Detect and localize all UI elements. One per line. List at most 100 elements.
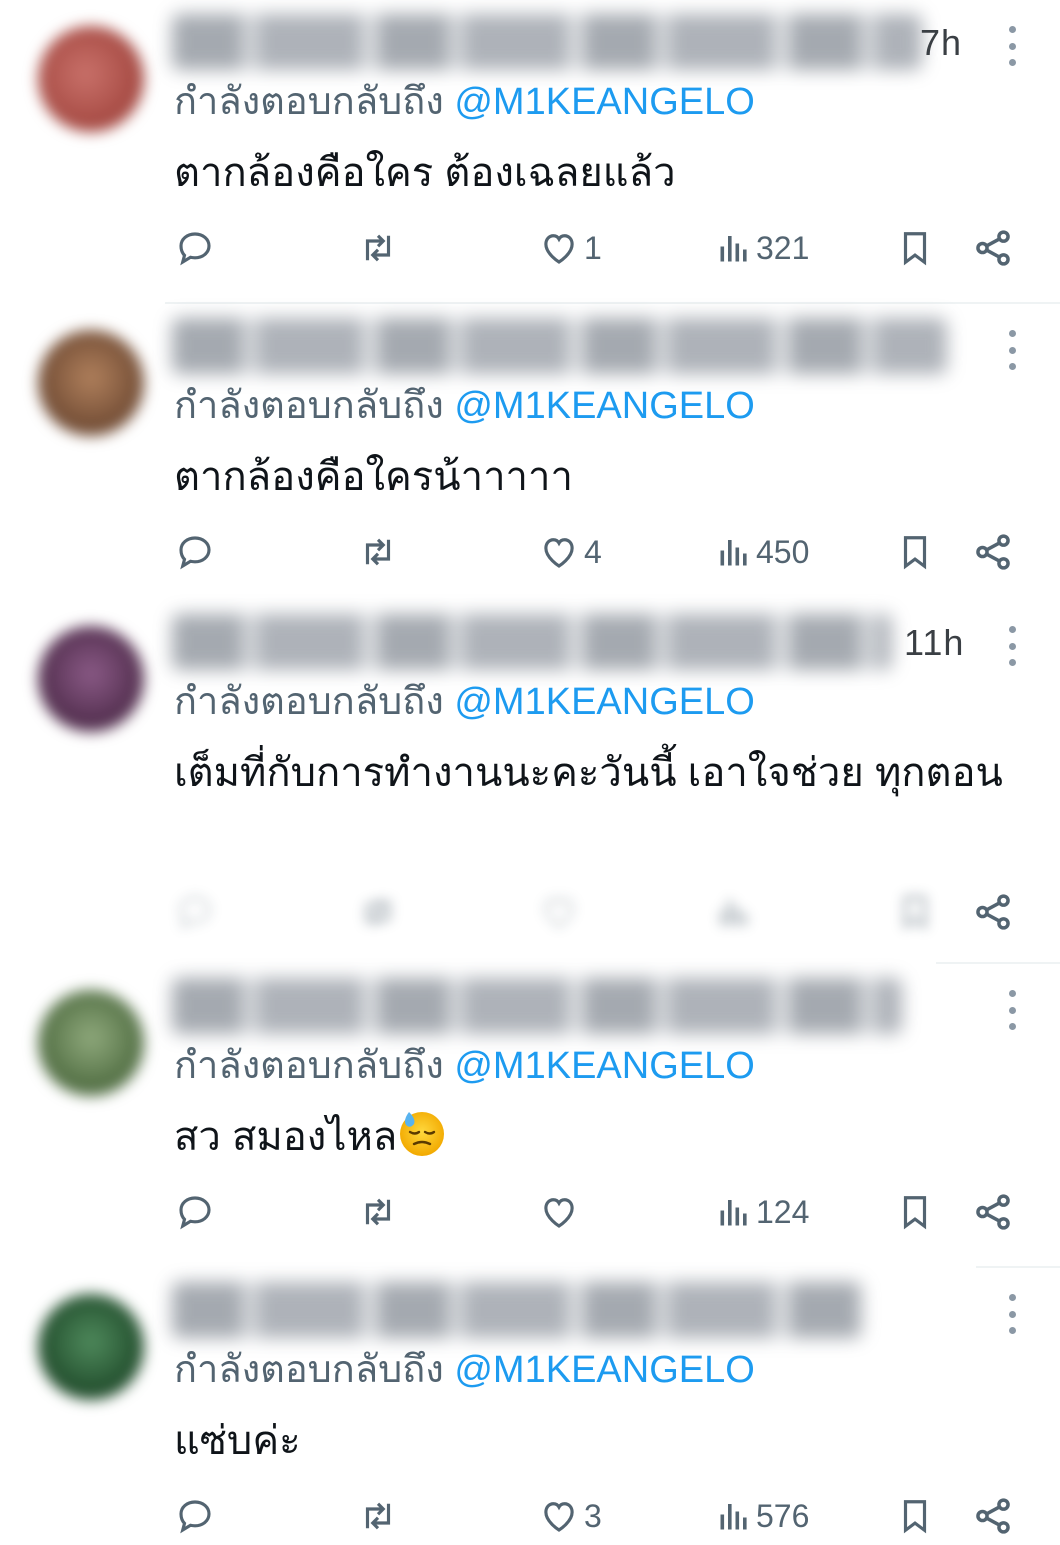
repost-icon (365, 1502, 391, 1530)
reply-item[interactable]: กำลังตอบกลับถึง @M1KEANGELO ตากล้องคือใค… (0, 304, 1060, 608)
repost-icon (365, 1198, 391, 1226)
heart-icon (544, 1502, 574, 1532)
reply-icon (179, 232, 211, 266)
like-button[interactable] (538, 1186, 584, 1238)
repost-button[interactable] (356, 526, 400, 578)
views-button[interactable]: 450 (716, 526, 809, 578)
avatar[interactable] (38, 626, 144, 732)
views-button[interactable]: 576 (716, 1490, 809, 1542)
like-button[interactable]: 4 (538, 526, 602, 578)
more-options-icon[interactable] (1002, 1294, 1022, 1334)
reply-button[interactable] (174, 1490, 216, 1542)
views-icon (720, 540, 747, 566)
bookmark-button[interactable] (896, 886, 934, 938)
avatar[interactable] (38, 330, 144, 436)
heart-icon (544, 1198, 574, 1228)
blurred-username[interactable] (172, 318, 947, 374)
like-button[interactable] (538, 886, 584, 938)
more-options-icon[interactable] (1002, 626, 1022, 666)
repost-button[interactable] (356, 1186, 400, 1238)
replies-feed: 7h กำลังตอบกลับถึง @M1KEANGELO ตากล้องคื… (0, 0, 1060, 1545)
bookmark-icon (903, 536, 927, 570)
heart-icon (544, 898, 574, 928)
views-button[interactable]: 321 (716, 222, 809, 274)
share-button[interactable] (972, 886, 1014, 938)
reply-prefix: กำลังตอบกลับถึง (174, 1045, 444, 1087)
replying-to: กำลังตอบกลับถึง @M1KEANGELO (174, 374, 755, 435)
mention-link[interactable]: @M1KEANGELO (454, 385, 754, 427)
repost-button[interactable] (356, 222, 400, 274)
share-icon (976, 534, 1010, 570)
like-button[interactable]: 1 (538, 222, 602, 274)
reply-button[interactable] (174, 222, 216, 274)
share-button[interactable] (972, 1186, 1014, 1238)
views-icon (720, 236, 747, 262)
reply-button[interactable] (174, 886, 216, 938)
views-icon (720, 1504, 747, 1530)
blurred-username[interactable] (172, 614, 892, 670)
repost-icon (365, 898, 391, 926)
avatar[interactable] (38, 1294, 144, 1400)
reply-icon (179, 536, 211, 570)
reply-prefix: กำลังตอบกลับถึง (174, 1349, 444, 1391)
reply-text: สว สมองไหล (174, 1104, 1004, 1170)
bookmark-icon (903, 1500, 927, 1534)
like-button[interactable]: 3 (538, 1490, 602, 1542)
reply-item[interactable]: กำลังตอบกลับถึง @M1KEANGELO แซ่บค่ะ 3 57… (0, 1268, 1060, 1545)
bookmark-button[interactable] (896, 1490, 934, 1542)
views-button[interactable]: 124 (716, 1186, 809, 1238)
view-count: 576 (756, 1497, 810, 1534)
mention-link[interactable]: @M1KEANGELO (454, 81, 754, 123)
bookmark-icon (903, 232, 927, 266)
more-options-icon[interactable] (1002, 990, 1022, 1030)
views-icon (720, 1200, 747, 1226)
timestamp[interactable]: 7h (920, 22, 962, 64)
repost-icon (365, 538, 391, 566)
bookmark-button[interactable] (896, 1186, 934, 1238)
share-button[interactable] (972, 1490, 1014, 1542)
reply-button[interactable] (174, 1186, 216, 1238)
downcast-face-with-sweat-icon (397, 1108, 447, 1158)
share-icon (976, 1194, 1010, 1230)
repost-button[interactable] (356, 886, 400, 938)
mention-link[interactable]: @M1KEANGELO (454, 1349, 754, 1391)
reply-item[interactable]: 11h กำลังตอบกลับถึง @M1KEANGELO เต็มที่ก… (0, 600, 1060, 964)
action-bar: 3 576 (0, 1490, 1060, 1542)
mention-link[interactable]: @M1KEANGELO (454, 681, 754, 723)
reply-button[interactable] (174, 526, 216, 578)
avatar[interactable] (38, 26, 144, 132)
action-bar: 1 321 (0, 222, 1060, 274)
views-button[interactable] (716, 886, 756, 938)
replying-to: กำลังตอบกลับถึง @M1KEANGELO (174, 1338, 755, 1399)
share-icon (976, 1498, 1010, 1534)
avatar[interactable] (38, 990, 144, 1096)
blurred-username[interactable] (172, 1282, 862, 1338)
bookmark-button[interactable] (896, 222, 934, 274)
reply-icon (179, 896, 211, 930)
reply-prefix: กำลังตอบกลับถึง (174, 81, 444, 123)
like-count: 4 (584, 533, 602, 570)
reply-text-content: สว สมองไหล (174, 1115, 398, 1159)
timestamp[interactable]: 11h (904, 622, 964, 664)
reply-item[interactable]: กำลังตอบกลับถึง @M1KEANGELO สว สมองไหล 1… (0, 964, 1060, 1268)
repost-button[interactable] (356, 1490, 400, 1542)
blurred-username[interactable] (172, 978, 902, 1034)
reply-icon (179, 1196, 211, 1230)
more-options-icon[interactable] (1002, 330, 1022, 370)
view-count: 450 (756, 533, 810, 570)
reply-text: แซ่บค่ะ (174, 1419, 301, 1463)
view-count: 124 (756, 1193, 810, 1230)
bookmark-button[interactable] (896, 526, 934, 578)
reply-text: ตากล้องคือใครน้าาาาา (174, 455, 573, 499)
share-button[interactable] (972, 526, 1014, 578)
mention-link[interactable]: @M1KEANGELO (454, 1045, 754, 1087)
reply-prefix: กำลังตอบกลับถึง (174, 385, 444, 427)
reply-item[interactable]: 7h กำลังตอบกลับถึง @M1KEANGELO ตากล้องคื… (0, 0, 1060, 304)
replying-to: กำลังตอบกลับถึง @M1KEANGELO (174, 70, 755, 131)
share-button[interactable] (972, 222, 1014, 274)
replying-to: กำลังตอบกลับถึง @M1KEANGELO (174, 670, 755, 731)
blurred-username[interactable] (172, 14, 922, 70)
replying-to: กำลังตอบกลับถึง @M1KEANGELO (174, 1034, 755, 1095)
more-options-icon[interactable] (1002, 26, 1022, 66)
share-icon (976, 894, 1010, 930)
